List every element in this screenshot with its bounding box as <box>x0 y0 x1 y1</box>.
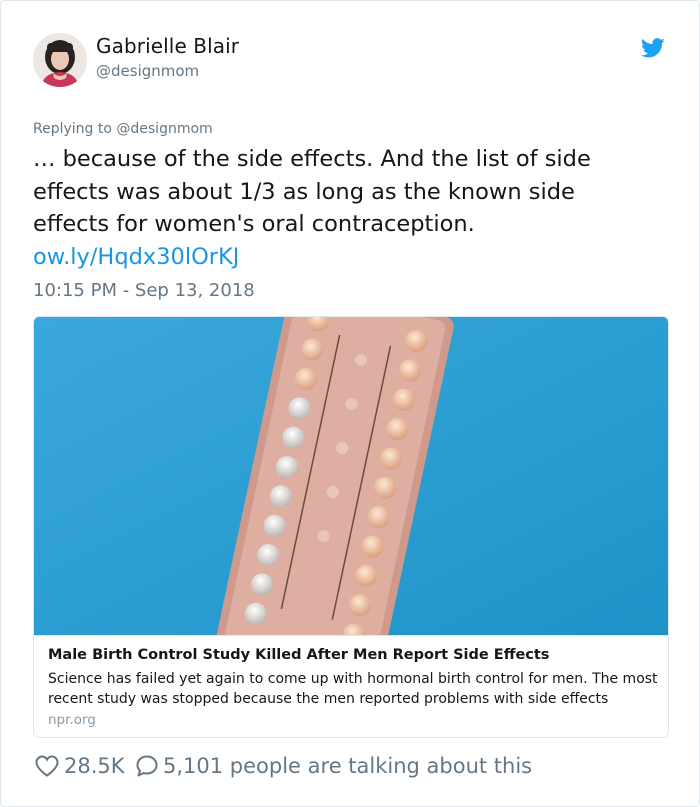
link-card[interactable]: Male Birth Control Study Killed After Me… <box>33 316 669 738</box>
tweet-header: Gabrielle Blair @designmom <box>33 33 673 89</box>
avatar-image <box>33 33 87 87</box>
card-domain: npr.org <box>48 712 96 728</box>
conversation-button[interactable]: 5,101 people are talking about this <box>135 751 532 781</box>
card-title[interactable]: Male Birth Control Study Killed After Me… <box>48 647 549 663</box>
avatar[interactable] <box>33 33 87 87</box>
card-description: Science has failed yet again to come up … <box>48 671 658 707</box>
card-image <box>34 317 668 679</box>
tweet-actions: 28.5K 5,101 people are talking about thi… <box>33 751 673 781</box>
card-body: Male Birth Control Study Killed After Me… <box>34 635 668 737</box>
speech-bubble-icon <box>136 755 158 777</box>
heart-icon <box>35 755 59 777</box>
like-count: 28.5K <box>64 754 125 778</box>
tweet-container: Gabrielle Blair @designmom Replying to @… <box>0 0 700 807</box>
tweet-link[interactable]: ow.ly/Hqdx30lOrKJ <box>33 241 239 273</box>
tweet-text: … because of the side effects. And the l… <box>33 146 591 237</box>
tweet-timestamp[interactable]: 10:15 PM - Sep 13, 2018 <box>33 280 255 301</box>
twitter-bird-icon[interactable] <box>640 37 665 59</box>
author-name[interactable]: Gabrielle Blair <box>96 34 239 58</box>
author-handle[interactable]: @designmom <box>96 62 199 80</box>
replying-to: Replying to @designmom <box>33 121 213 137</box>
conversation-count: 5,101 people are talking about this <box>163 754 533 778</box>
like-button[interactable]: 28.5K <box>35 751 125 781</box>
replying-to-handle[interactable]: @designmom <box>116 121 212 137</box>
replying-to-prefix: Replying to <box>33 121 112 137</box>
